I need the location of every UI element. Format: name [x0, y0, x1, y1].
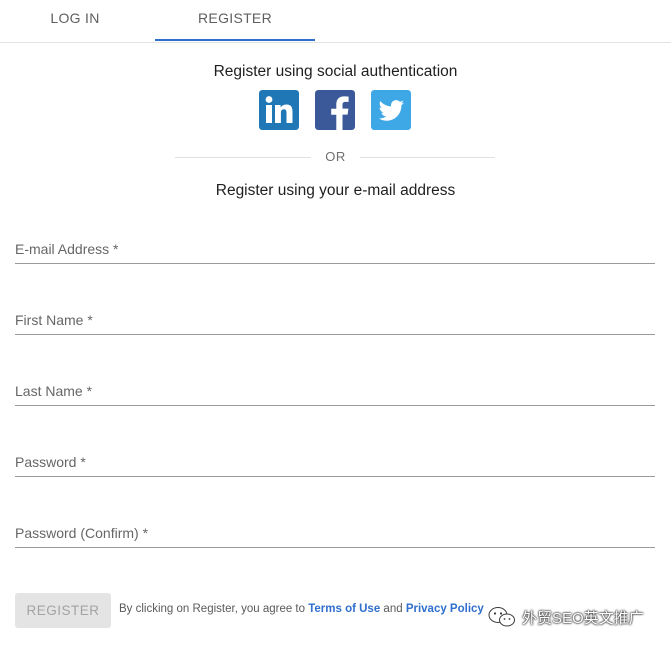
- password-confirm-input[interactable]: [15, 521, 655, 547]
- password-confirm-field[interactable]: Password (Confirm) *: [15, 521, 655, 548]
- terms-middle: and: [380, 603, 406, 615]
- privacy-policy-link[interactable]: Privacy Policy: [406, 603, 484, 615]
- twitter-icon: [371, 90, 411, 130]
- social-auth-heading: Register using social authentication: [213, 63, 458, 80]
- last-name-field[interactable]: Last Name *: [15, 379, 655, 406]
- auth-tabs: LOG IN REGISTER: [0, 0, 671, 43]
- terms-text: By clicking on Register, you agree to Te…: [119, 603, 484, 615]
- facebook-button[interactable]: [315, 90, 355, 130]
- or-divider: OR: [175, 148, 495, 168]
- divider-line-right: [360, 157, 495, 158]
- email-register-heading: Register using your e-mail address: [215, 182, 456, 199]
- first-name-field[interactable]: First Name *: [15, 308, 655, 335]
- facebook-icon: [315, 90, 355, 130]
- email-field[interactable]: E-mail Address *: [15, 237, 655, 264]
- tab-register[interactable]: REGISTER: [155, 0, 315, 42]
- watermark: 外贸SEO英文推广: [488, 606, 644, 628]
- social-buttons: [259, 90, 411, 130]
- email-input[interactable]: [15, 237, 655, 263]
- linkedin-button[interactable]: [259, 90, 299, 130]
- password-field[interactable]: Password *: [15, 450, 655, 477]
- twitter-button[interactable]: [371, 90, 411, 130]
- terms-prefix: By clicking on Register, you agree to: [119, 603, 309, 615]
- register-button[interactable]: REGISTER: [15, 593, 111, 628]
- or-text: OR: [325, 149, 346, 164]
- terms-of-use-link[interactable]: Terms of Use: [308, 603, 380, 615]
- tab-login[interactable]: LOG IN: [0, 0, 150, 42]
- last-name-input[interactable]: [15, 379, 655, 405]
- linkedin-icon: [259, 90, 299, 130]
- wechat-icon: [488, 607, 515, 627]
- active-tab-indicator: [155, 39, 315, 41]
- divider-line-left: [175, 157, 311, 158]
- register-page: LOG IN REGISTER Register using social au…: [0, 0, 671, 647]
- first-name-input[interactable]: [15, 308, 655, 334]
- watermark-text: 外贸SEO英文推广: [522, 609, 644, 627]
- password-input[interactable]: [15, 450, 655, 476]
